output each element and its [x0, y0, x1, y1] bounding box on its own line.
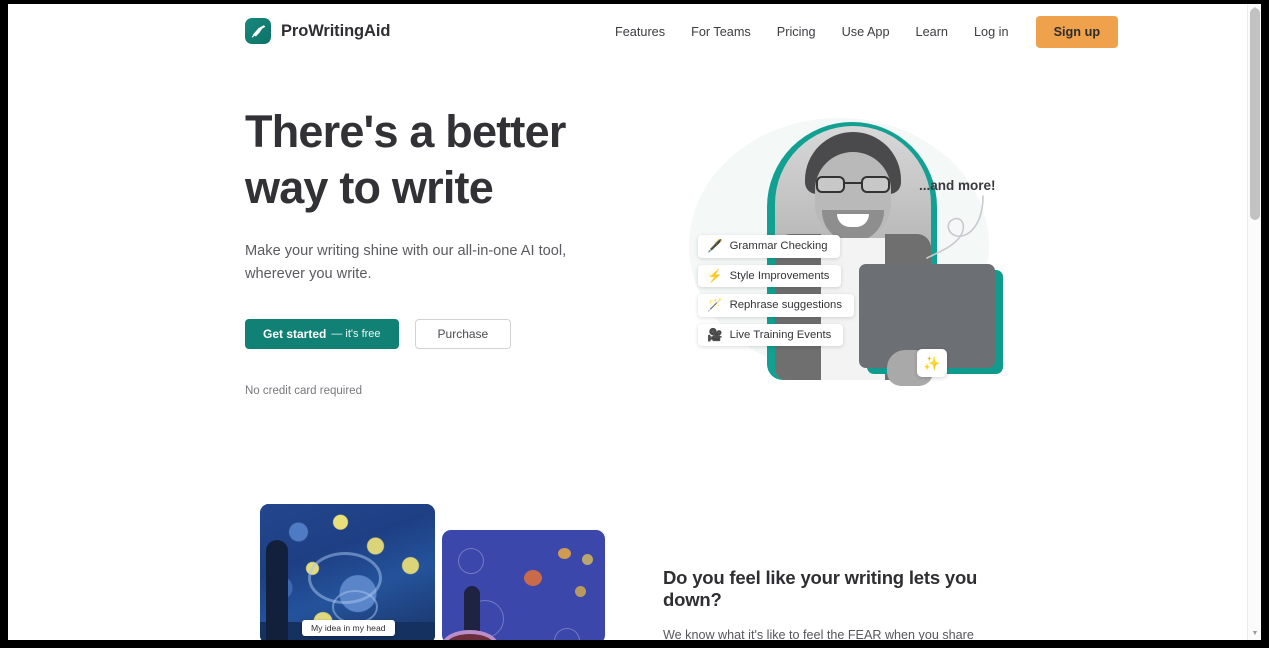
scrollbar-thumb[interactable] — [1250, 8, 1260, 220]
site-header: ProWritingAid Features For Teams Pricing… — [8, 4, 1247, 60]
browser-window-frame: ProWritingAid Features For Teams Pricing… — [0, 0, 1269, 648]
brand-logo[interactable]: ProWritingAid — [245, 18, 390, 44]
nav-link-for-teams[interactable]: For Teams — [678, 19, 764, 45]
hero-cta-group: Get started — it's free Purchase — [245, 319, 635, 349]
writing-lets-you-down-section: Do you feel like your writing lets you d… — [663, 567, 1023, 640]
prowritingaid-logo-icon — [245, 18, 271, 44]
glasses-bridge — [845, 182, 861, 185]
quill-pen-icon: 🖋️ — [707, 239, 723, 253]
star-blob — [558, 548, 571, 559]
magic-wand-icon: 🪄 — [707, 298, 723, 312]
main-navigation: Features For Teams Pricing Use App Learn… — [606, 4, 1119, 60]
feature-card-grammar-checking[interactable]: 🖋️ Grammar Checking — [698, 235, 840, 258]
feature-card-list: 🖋️ Grammar Checking ⚡ Style Improvements… — [698, 235, 854, 346]
nav-link-log-in[interactable]: Log in — [961, 19, 1022, 45]
sparkle-card: ✨ — [917, 349, 947, 377]
cypress-tree — [266, 540, 288, 640]
glasses-icon — [816, 176, 890, 193]
get-started-label: Get started — [263, 327, 327, 341]
swirl-decor — [554, 628, 580, 640]
hero-section: There's a better way to write Make your … — [245, 104, 635, 397]
feature-card-style-improvements[interactable]: ⚡ Style Improvements — [698, 264, 842, 287]
hero-illustration: ...and more! ✨ 🖋️ Grammar Checking ⚡ Sty… — [671, 100, 1031, 400]
hero-title: There's a better way to write — [245, 106, 566, 213]
purchase-button[interactable]: Purchase — [414, 319, 512, 349]
feature-card-live-training-events[interactable]: 🎥 Live Training Events — [698, 323, 844, 346]
swirl-decor — [458, 548, 484, 574]
section-title: Do you feel like your writing lets you d… — [663, 567, 978, 610]
starry-night-illustration: My idea in my head — [260, 504, 605, 640]
feature-label: Live Training Events — [729, 328, 832, 341]
feature-label: Style Improvements — [729, 269, 830, 282]
page-viewport: ProWritingAid Features For Teams Pricing… — [8, 4, 1261, 640]
movie-camera-icon: 🎥 — [707, 327, 723, 342]
glasses-lens-left — [816, 176, 845, 193]
feature-label: Rephrase suggestions — [729, 299, 842, 312]
nav-link-pricing[interactable]: Pricing — [764, 19, 829, 45]
feature-card-rephrase-suggestions[interactable]: 🪄 Rephrase suggestions — [698, 294, 854, 317]
sign-up-button[interactable]: Sign up — [1035, 16, 1119, 48]
hero-subtitle: Make your writing shine with our all-in-… — [245, 243, 567, 282]
webpage-content: ProWritingAid Features For Teams Pricing… — [8, 4, 1247, 640]
get-started-sublabel: — it's free — [331, 328, 381, 340]
nav-link-use-app[interactable]: Use App — [829, 19, 903, 45]
nav-link-learn[interactable]: Learn — [903, 19, 961, 45]
idea-in-my-head-label: My idea in my head — [302, 620, 395, 636]
simplified-painting-card — [442, 530, 605, 640]
brand-name: ProWritingAid — [281, 21, 391, 40]
star-blob — [575, 586, 586, 597]
feature-label: Grammar Checking — [729, 240, 828, 253]
scroll-down-arrow[interactable]: ▼ — [1248, 628, 1261, 640]
glasses-lens-right — [861, 176, 890, 193]
no-credit-card-note: No credit card required — [245, 385, 362, 397]
and-more-label: ...and more! — [919, 178, 996, 193]
sparkles-icon: ✨ — [923, 354, 941, 371]
star-blob — [582, 554, 593, 565]
curly-arrow-icon — [926, 195, 984, 259]
sky-swirl — [332, 590, 378, 624]
section-body: We know what it's like to feel the FEAR … — [663, 628, 974, 640]
get-started-button[interactable]: Get started — it's free — [245, 319, 399, 349]
lightning-bolt-icon: ⚡ — [707, 268, 723, 283]
star-blob — [524, 570, 542, 586]
nav-link-features[interactable]: Features — [606, 19, 678, 45]
vertical-scrollbar[interactable]: ▲ ▼ — [1247, 4, 1261, 640]
